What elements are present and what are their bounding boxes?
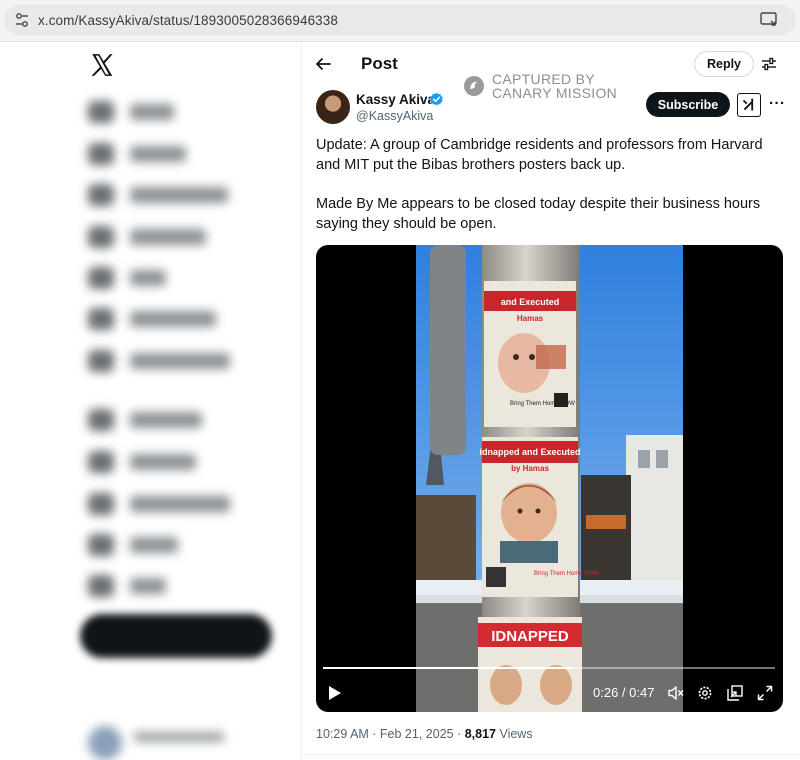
sidebar-item-profile[interactable]	[88, 533, 178, 557]
views-label: Views	[495, 727, 533, 741]
canary-logo-icon	[464, 76, 484, 96]
tweet-timestamp[interactable]: 10:29 AM · Feb 21, 2025 ·	[316, 727, 465, 741]
fullscreen-icon[interactable]	[757, 685, 773, 701]
video-progress-fill	[323, 667, 573, 669]
poster-bottom-title: IDNAPPED	[491, 628, 569, 645]
sidebar-item-grok[interactable]	[88, 266, 166, 290]
mute-icon[interactable]	[668, 685, 684, 701]
tweet-meta: 10:29 AM · Feb 21, 2025 · 8,817 Views	[316, 727, 533, 741]
sidebar-item-home[interactable]	[88, 100, 174, 124]
video-player[interactable]: and Executed Hamas Bring Them Home NOW i…	[316, 245, 783, 712]
main-column: Post Reply CAPTURED BY CANARY MISSION Ka…	[303, 42, 800, 759]
video-still-image: and Executed Hamas Bring Them Home NOW i…	[416, 245, 683, 712]
reply-button[interactable]: Reply	[694, 51, 754, 77]
subscribe-button[interactable]: Subscribe	[646, 92, 730, 117]
back-arrow-icon[interactable]	[315, 56, 331, 72]
site-settings-icon[interactable]	[14, 12, 30, 28]
watermark-line-1: CAPTURED BY	[492, 71, 595, 87]
views-count: 8,817	[464, 727, 496, 741]
divider	[303, 754, 800, 755]
sidebar-item-business[interactable]	[88, 450, 196, 474]
sidebar-item-more[interactable]	[88, 574, 166, 598]
sidebar	[0, 42, 302, 760]
more-options-icon[interactable]: ···	[769, 95, 786, 112]
sidebar-item-notifications[interactable]	[88, 183, 228, 207]
verified-badge-icon[interactable]	[429, 92, 444, 107]
reply-settings-icon[interactable]	[761, 56, 777, 72]
video-progress-bar[interactable]	[323, 667, 775, 669]
tweet-paragraph-1: Update: A group of Cambridge residents a…	[316, 137, 763, 173]
picture-in-picture-icon[interactable]	[727, 685, 743, 701]
browser-address-bar: x.com/KassyAkiva/status/1893005028366946…	[0, 0, 800, 42]
settings-gear-icon[interactable]	[697, 685, 713, 701]
poster-bring-home-2: Bring Them Home NOW	[534, 571, 599, 577]
cast-icon[interactable]	[760, 12, 778, 28]
x-logo-icon[interactable]	[89, 52, 115, 78]
poster-top-title: and Executed	[501, 297, 560, 307]
sidebar-item-explore[interactable]	[88, 142, 186, 166]
sidebar-item-verified-orgs[interactable]	[88, 492, 230, 516]
tweet-paragraph-2: Made By Me appears to be closed today de…	[316, 196, 761, 232]
author-handle[interactable]: @KassyAkiva	[356, 109, 433, 123]
grok-icon[interactable]	[737, 93, 761, 117]
poster-mid-sub: by Hamas	[511, 464, 549, 473]
sidebar-item-messages[interactable]	[88, 225, 206, 249]
watermark-line-2: CANARY MISSION	[492, 85, 618, 101]
account-switcher[interactable]	[88, 726, 288, 760]
canary-mission-watermark: CAPTURED BY CANARY MISSION	[463, 72, 617, 100]
sidebar-item-communities[interactable]	[88, 349, 230, 373]
sidebar-item-bookmarks[interactable]	[88, 307, 216, 331]
author-avatar[interactable]	[316, 90, 350, 124]
poster-mid-title: idnapped and Executed	[479, 447, 580, 457]
play-icon[interactable]	[328, 685, 342, 701]
url-field[interactable]: x.com/KassyAkiva/status/1893005028366946…	[4, 5, 796, 35]
url-text: x.com/KassyAkiva/status/1893005028366946…	[38, 12, 339, 28]
post-button[interactable]	[80, 614, 272, 658]
video-time: 0:26 / 0:47	[593, 685, 655, 700]
page-title: Post	[361, 54, 398, 73]
poster-top-sub: Hamas	[517, 314, 544, 323]
author-name[interactable]: Kassy Akiva	[356, 92, 435, 107]
sidebar-item-premium[interactable]	[88, 408, 202, 432]
video-frame: and Executed Hamas Bring Them Home NOW i…	[416, 245, 683, 712]
